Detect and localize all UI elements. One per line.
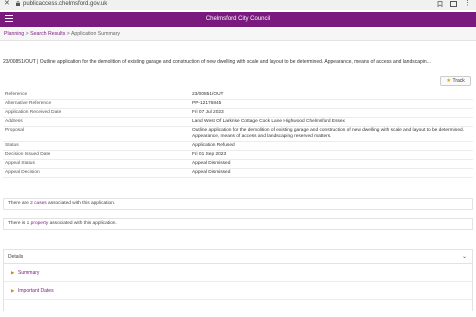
row-value: Land West Of Larkrise Cottage Cock Lane … xyxy=(192,119,345,124)
breadcrumb: Planning > Search Results > Application … xyxy=(0,28,476,41)
accordion-item-label: Summary xyxy=(18,270,40,276)
row-label: Status xyxy=(5,143,19,148)
details-accordion: Details ⌄ ▶ Summary ▶ Important Dates xyxy=(3,249,473,317)
row-label: Appeal Status xyxy=(5,161,35,166)
row-value: Application Refused xyxy=(192,143,235,148)
accordion-title: Details xyxy=(8,254,24,260)
accordion-item-important-dates[interactable]: ▶ Important Dates xyxy=(4,282,472,300)
address-bar[interactable]: publicaccess.chelmsford.gov.uk xyxy=(23,0,107,8)
row-value: Appeal Dismissed xyxy=(192,161,231,166)
property-suffix: associated with this application. xyxy=(48,221,117,226)
property-prefix: There is xyxy=(8,221,27,226)
breadcrumb-planning[interactable]: Planning xyxy=(4,31,24,37)
property-link[interactable]: 1 property xyxy=(27,221,49,226)
cases-suffix: associated with this application. xyxy=(46,201,116,206)
accordion-item-summary[interactable]: ▶ Summary xyxy=(4,264,472,282)
more-menu-icon[interactable]: ⋮ xyxy=(464,0,471,7)
breadcrumb-search-results[interactable]: Search Results xyxy=(30,31,65,37)
row-label: Alternative Reference xyxy=(5,101,52,106)
row-label: Decision Issued Date xyxy=(5,152,51,157)
lock-icon xyxy=(16,1,20,6)
table-row: Reference 23/00851/OUT xyxy=(3,91,473,100)
bottom-navigation-bar xyxy=(0,311,476,317)
table-row: Alternative Reference PP-12176845 xyxy=(3,100,473,109)
row-label: Reference xyxy=(5,92,28,97)
table-row: Appeal Status Appeal Dismissed xyxy=(3,160,473,169)
table-row: Appeal Decision Appeal Dismissed xyxy=(3,169,473,178)
council-title: Chelmsford City Council xyxy=(205,16,271,22)
cases-prefix: There are xyxy=(8,201,31,206)
row-label: Appeal Decision xyxy=(5,170,40,175)
tabs-icon[interactable] xyxy=(450,1,457,7)
cases-link[interactable]: 2 cases xyxy=(30,201,47,206)
site-header: Chelmsford City Council xyxy=(0,12,476,27)
chevron-down-icon[interactable]: ⌄ xyxy=(462,250,467,264)
table-row: Status Application Refused xyxy=(3,142,473,151)
row-value: PP-12176845 xyxy=(192,101,222,106)
row-value: Fri 07 Jul 2023 xyxy=(192,110,224,115)
bookmark-icon[interactable] xyxy=(437,1,443,7)
table-row: Application Received Date Fri 07 Jul 202… xyxy=(3,109,473,118)
table-row: Proposal Outline application for the dem… xyxy=(3,127,473,142)
row-value: Fri 01 Sep 2023 xyxy=(192,152,227,157)
table-row: Address Land West Of Larkrise Cottage Co… xyxy=(3,118,473,127)
row-value: 23/00851/OUT xyxy=(192,92,224,97)
expand-arrow-icon: ▶ xyxy=(11,270,15,275)
row-value: Outline application for the demolition o… xyxy=(192,128,464,139)
row-label: Address xyxy=(5,119,23,124)
accordion-header-details[interactable]: Details ⌄ xyxy=(4,250,472,264)
accordion-item-label: Important Dates xyxy=(18,288,54,294)
application-description: 23/00851/OUT | Outline application for t… xyxy=(3,59,431,65)
browser-toolbar: ✕ publicaccess.chelmsford.gov.uk ⋮ xyxy=(0,0,476,10)
row-label: Proposal xyxy=(5,128,24,133)
track-button-label: Track xyxy=(452,78,465,84)
cases-info-box: There are 2 cases associated with this a… xyxy=(3,198,473,210)
row-value: Appeal Dismissed xyxy=(192,170,231,175)
table-row: Decision Issued Date Fri 01 Sep 2023 xyxy=(3,151,473,160)
close-tab-icon[interactable]: ✕ xyxy=(4,0,10,8)
application-details-table: Reference 23/00851/OUT Alternative Refer… xyxy=(3,91,473,178)
track-button[interactable]: ★ Track xyxy=(440,76,471,86)
star-icon: ★ xyxy=(446,78,452,84)
row-label: Application Received Date xyxy=(5,110,62,115)
expand-arrow-icon: ▶ xyxy=(11,288,15,293)
property-info-box: There is 1 property associated with this… xyxy=(3,218,473,230)
breadcrumb-current: Application Summary xyxy=(70,31,120,37)
